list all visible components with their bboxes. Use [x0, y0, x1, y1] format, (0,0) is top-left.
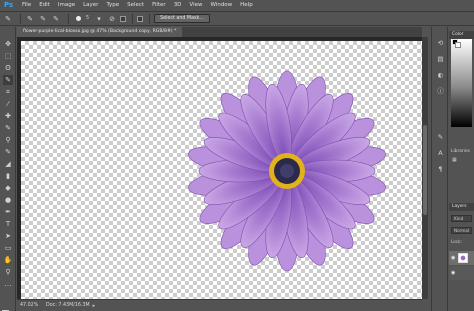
- divider: [20, 13, 21, 24]
- scrollbar-thumb[interactable]: [423, 125, 427, 215]
- healing-brush-tool-icon[interactable]: ✚: [3, 111, 13, 121]
- move-tool-icon[interactable]: ✥: [3, 39, 13, 49]
- menu-type[interactable]: Type: [102, 0, 123, 11]
- subtract-from-selection-icon[interactable]: ✎: [51, 14, 61, 24]
- vertical-scrollbar[interactable]: [422, 37, 428, 299]
- flower-image: [188, 70, 386, 272]
- path-selection-tool-icon[interactable]: ➤: [3, 231, 13, 241]
- brush-preset-picker[interactable]: [73, 14, 83, 24]
- options-bar: ✎ ✎ ✎ ✎ 5 ▾ ⊘ Select and Mask...: [0, 11, 474, 26]
- brush-tool-icon[interactable]: ✎: [3, 123, 13, 133]
- status-bar: 47.02% Doc: 7.43M/16.3M ▸: [17, 299, 422, 311]
- color-panel-tab[interactable]: Color: [449, 31, 474, 39]
- divider: [132, 13, 134, 24]
- brush-settings-icon[interactable]: ✎: [436, 133, 445, 142]
- hand-tool-icon[interactable]: ✋: [3, 255, 13, 265]
- document-canvas[interactable]: [21, 41, 422, 299]
- layers-panel-tab[interactable]: Layers: [449, 203, 474, 211]
- select-and-mask-button[interactable]: Select and Mask...: [154, 14, 210, 23]
- paragraph-icon[interactable]: ¶: [436, 165, 445, 174]
- document-tab-bar: flower-purple-lical-blosso.jpg @ 47% (Ba…: [17, 27, 422, 37]
- eye-icon[interactable]: ◉: [451, 255, 455, 261]
- add-to-selection-icon[interactable]: ✎: [38, 14, 48, 24]
- document-info: Doc: 7.43M/16.3M: [46, 303, 90, 308]
- grid-icon[interactable]: ▦: [452, 157, 457, 163]
- layer-row[interactable]: ◉: [449, 266, 474, 280]
- sample-all-layers-checkbox[interactable]: [120, 15, 127, 22]
- menu-image[interactable]: Image: [54, 0, 79, 11]
- document-tab[interactable]: flower-purple-lical-blosso.jpg @ 47% (Ba…: [17, 27, 183, 37]
- zoom-level[interactable]: 47.02%: [20, 303, 46, 308]
- layer-filter-select[interactable]: Kind: [451, 215, 472, 222]
- panel-icon-strip: ⟲ ▤ ◐ ⓘ ✎ A ¶: [431, 27, 448, 311]
- canvas-area[interactable]: [17, 37, 422, 299]
- menu-window[interactable]: Window: [206, 0, 236, 11]
- new-selection-icon[interactable]: ✎: [25, 14, 35, 24]
- crop-tool-icon[interactable]: ⌗: [3, 87, 13, 97]
- menu-edit[interactable]: Edit: [35, 0, 54, 11]
- right-panels: Color Libraries ▦ Layers Kind Normal Loc…: [449, 27, 474, 311]
- photoshop-logo: Ps: [4, 1, 14, 9]
- type-tool-icon[interactable]: T: [3, 219, 13, 229]
- menu-help[interactable]: Help: [236, 0, 257, 11]
- menu-select[interactable]: Select: [123, 0, 148, 11]
- menu-bar: Ps File Edit Image Layer Type Select Fil…: [0, 0, 474, 11]
- layer-thumbnail: [458, 253, 468, 263]
- menu-view[interactable]: View: [185, 0, 206, 11]
- brush-pressure-icon[interactable]: ⊘: [107, 14, 117, 24]
- history-brush-tool-icon[interactable]: ✎: [3, 147, 13, 157]
- chevron-right-icon[interactable]: ▸: [93, 303, 96, 309]
- quick-selection-tool-icon[interactable]: ✎: [3, 75, 13, 85]
- gradient-tool-icon[interactable]: ▮: [3, 171, 13, 181]
- tools-panel: ✥ ⬚ ʘ ✎ ⌗ ⁄ ✚ ✎ ⚲ ✎ ◢ ▮ ◆ ● ✒ T ➤ ▭ ✋ ⚲ …: [0, 27, 16, 311]
- eye-icon[interactable]: ◉: [451, 270, 455, 276]
- menu-filter[interactable]: Filter: [148, 0, 170, 11]
- eyedropper-tool-icon[interactable]: ⁄: [3, 99, 13, 109]
- blend-mode-select[interactable]: Normal: [451, 227, 472, 234]
- dodge-tool-icon[interactable]: ●: [3, 195, 13, 205]
- rectangle-tool-icon[interactable]: ▭: [3, 243, 13, 253]
- quick-selection-tool-icon[interactable]: ✎: [3, 14, 13, 24]
- chevron-down-icon[interactable]: ▾: [94, 14, 104, 24]
- eraser-tool-icon[interactable]: ◢: [3, 159, 13, 169]
- clone-stamp-tool-icon[interactable]: ⚲: [3, 135, 13, 145]
- adjustments-icon[interactable]: ◐: [436, 71, 445, 80]
- marquee-tool-icon[interactable]: ⬚: [3, 51, 13, 61]
- brush-size: 5: [86, 16, 90, 21]
- history-icon[interactable]: ⟲: [436, 39, 445, 48]
- background-color-chip[interactable]: [455, 42, 461, 48]
- character-icon[interactable]: A: [436, 149, 445, 158]
- divider: [68, 13, 69, 24]
- lasso-tool-icon[interactable]: ʘ: [3, 63, 13, 73]
- blur-tool-icon[interactable]: ◆: [3, 183, 13, 193]
- properties-icon[interactable]: ▤: [436, 55, 445, 64]
- divider: [149, 13, 151, 24]
- more-tools-icon[interactable]: …: [3, 279, 13, 289]
- menu-3d[interactable]: 3D: [170, 0, 186, 11]
- pen-tool-icon[interactable]: ✒: [3, 207, 13, 217]
- brush-tip-icon: [75, 16, 81, 21]
- auto-enhance-checkbox[interactable]: [137, 15, 144, 22]
- layer-row[interactable]: ◉: [449, 251, 474, 265]
- zoom-tool-icon[interactable]: ⚲: [3, 267, 13, 277]
- color-picker-field[interactable]: [451, 39, 472, 127]
- info-icon[interactable]: ⓘ: [436, 87, 445, 96]
- libraries-panel-tab[interactable]: Libraries: [451, 149, 470, 154]
- menu-layer[interactable]: Layer: [79, 0, 102, 11]
- menu-file[interactable]: File: [18, 0, 35, 11]
- lock-label: Lock:: [451, 239, 462, 244]
- flower-center-core: [280, 164, 294, 178]
